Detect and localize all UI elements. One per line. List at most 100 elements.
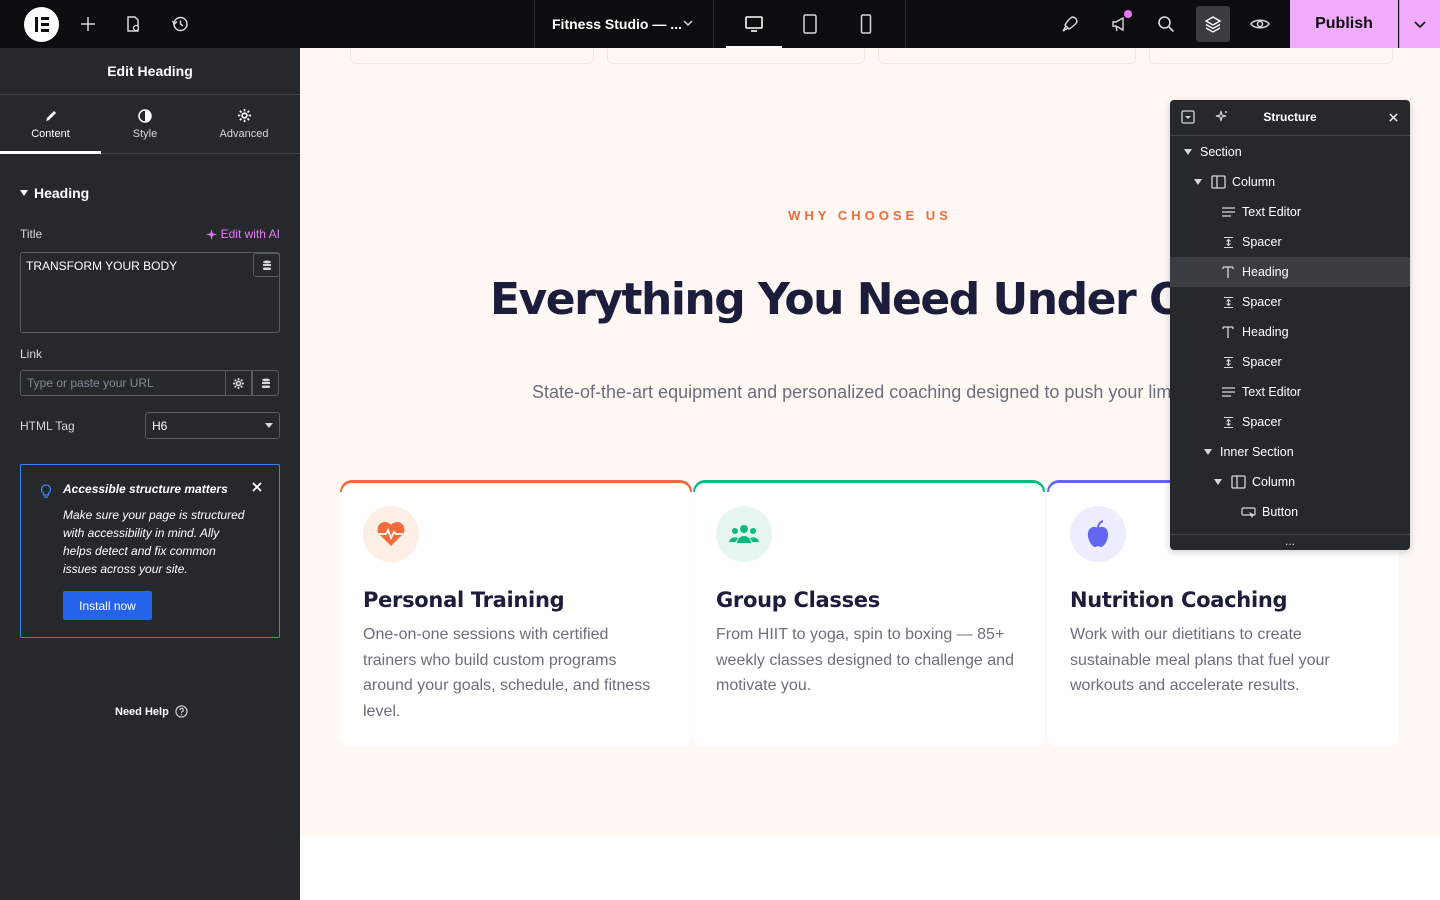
panel-title: Edit Heading <box>0 48 300 95</box>
text-editor-icon <box>1220 204 1236 220</box>
gear-icon <box>233 377 244 389</box>
structure-item-spacer[interactable]: Spacer <box>1170 347 1410 377</box>
spacer-icon <box>1220 414 1236 430</box>
apple-icon <box>1087 520 1109 547</box>
tab-style[interactable]: Style <box>95 95 195 153</box>
title-textarea[interactable]: TRANSFORM YOUR BODY <box>21 253 253 331</box>
title-textarea-wrapper: TRANSFORM YOUR BODY <box>20 252 280 333</box>
structure-item-label: Heading <box>1242 325 1289 339</box>
previous-section-card <box>350 48 594 64</box>
feature-card-group-classes[interactable]: Group Classes From HIIT to yoga, spin to… <box>693 480 1045 746</box>
panel-tabs: Content Style Advanced <box>0 95 300 154</box>
link-dynamic-tags-button[interactable] <box>252 370 279 396</box>
need-help-link[interactable]: Need Help <box>115 705 188 718</box>
caret-down-icon[interactable] <box>1194 179 1202 185</box>
tab-advanced[interactable]: Advanced <box>194 95 294 153</box>
link-input[interactable] <box>21 371 225 395</box>
add-element-button[interactable] <box>68 0 108 48</box>
need-help-label: Need Help <box>115 705 169 718</box>
finder-button[interactable] <box>1146 0 1186 48</box>
structure-item-label: Text Editor <box>1242 385 1302 399</box>
caret-down-icon <box>20 190 28 196</box>
publish-options-button[interactable] <box>1399 0 1440 48</box>
structure-item-text-editor[interactable]: Text Editor <box>1170 197 1410 227</box>
structure-item-inner-section[interactable]: Inner Section <box>1170 437 1410 467</box>
tablet-view-button[interactable] <box>782 0 838 48</box>
caret-down-icon <box>265 423 273 428</box>
heading-section-toggle[interactable]: Heading <box>20 185 89 201</box>
install-now-button[interactable]: Install now <box>63 591 152 620</box>
section-subheading[interactable]: State-of-the-art equipment and personali… <box>532 382 1189 403</box>
desktop-view-button[interactable] <box>726 0 782 48</box>
structure-item-label: Section <box>1200 145 1242 159</box>
responsive-mode-switcher <box>726 0 906 48</box>
heading-icon <box>1220 324 1236 340</box>
document-title: Fitness Studio — ... <box>552 16 682 32</box>
structure-more: ... <box>1170 534 1410 550</box>
history-button[interactable] <box>160 0 200 48</box>
card-title: Nutrition Coaching <box>1070 588 1288 612</box>
structure-item-column[interactable]: Column <box>1170 467 1410 497</box>
close-icon[interactable] <box>251 481 263 493</box>
lightbulb-icon <box>40 484 52 498</box>
whats-new-button[interactable] <box>1099 0 1139 48</box>
elementor-logo[interactable] <box>24 7 59 42</box>
dynamic-tags-button[interactable] <box>253 253 280 277</box>
structure-button[interactable] <box>1196 6 1230 42</box>
tab-label: Content <box>31 127 70 140</box>
mobile-view-button[interactable] <box>838 0 894 48</box>
structure-item-label: Text Editor <box>1242 205 1302 219</box>
structure-item-section[interactable]: Section <box>1170 137 1410 167</box>
close-icon[interactable] <box>1388 112 1399 123</box>
previous-section-card <box>878 48 1136 64</box>
html-tag-label: HTML Tag <box>20 419 75 433</box>
structure-item-text-editor[interactable]: Text Editor <box>1170 377 1410 407</box>
question-circle-icon <box>175 705 188 718</box>
caret-down-icon[interactable] <box>1204 449 1212 455</box>
desktop-icon <box>745 16 763 32</box>
previous-section-card <box>607 48 865 64</box>
html-tag-select[interactable]: H6 <box>145 412 280 439</box>
card-text: Work with our dietitians to create susta… <box>1070 626 1330 694</box>
button-icon <box>1240 504 1256 520</box>
feature-card-personal-training[interactable]: Personal Training One-on-one sessions wi… <box>340 480 692 746</box>
page-settings-icon <box>127 16 140 32</box>
notice-text: Make sure your page is structured with a… <box>63 508 245 576</box>
site-launch-button[interactable] <box>1050 0 1090 48</box>
caret-down-icon[interactable] <box>1214 479 1222 485</box>
pencil-icon <box>45 110 56 121</box>
page-settings-button[interactable] <box>113 0 153 48</box>
structure-item-spacer[interactable]: Spacer <box>1170 227 1410 257</box>
document-title-dropdown[interactable]: Fitness Studio — ... <box>534 0 714 48</box>
history-icon <box>171 16 188 32</box>
structure-item-heading[interactable]: Heading <box>1170 257 1410 287</box>
preview-button[interactable] <box>1240 0 1280 48</box>
link-options-button[interactable] <box>225 370 252 396</box>
structure-item-label: Spacer <box>1242 235 1282 249</box>
structure-title: Structure <box>1263 110 1317 124</box>
edit-with-ai-link[interactable]: Edit with AI <box>205 227 280 241</box>
spacer-icon <box>1220 234 1236 250</box>
previous-section-card <box>1149 48 1393 64</box>
editor-panel: Edit Heading Content Style Advanced Head… <box>0 48 300 900</box>
publish-button[interactable]: Publish <box>1290 0 1398 48</box>
megaphone-icon <box>1112 16 1124 32</box>
chevron-down-icon <box>1414 21 1426 29</box>
structure-item-column[interactable]: Column <box>1170 167 1410 197</box>
structure-item-label: Spacer <box>1242 415 1282 429</box>
gear-icon <box>237 108 251 123</box>
caret-down-icon[interactable] <box>1184 149 1192 155</box>
spacer-icon <box>1220 294 1236 310</box>
edit-with-ai-label: Edit with AI <box>220 227 280 241</box>
elementor-logo-icon <box>35 17 49 32</box>
structure-item-heading[interactable]: Heading <box>1170 317 1410 347</box>
structure-item-button[interactable]: Button <box>1170 497 1410 527</box>
tab-content[interactable]: Content <box>0 95 101 154</box>
layers-icon <box>1204 16 1222 33</box>
card-title: Personal Training <box>363 588 565 612</box>
tablet-icon <box>803 14 817 34</box>
structure-item-spacer[interactable]: Spacer <box>1170 407 1410 437</box>
link-label: Link <box>20 347 43 361</box>
structure-item-label: Heading <box>1242 265 1289 279</box>
structure-item-spacer[interactable]: Spacer <box>1170 287 1410 317</box>
